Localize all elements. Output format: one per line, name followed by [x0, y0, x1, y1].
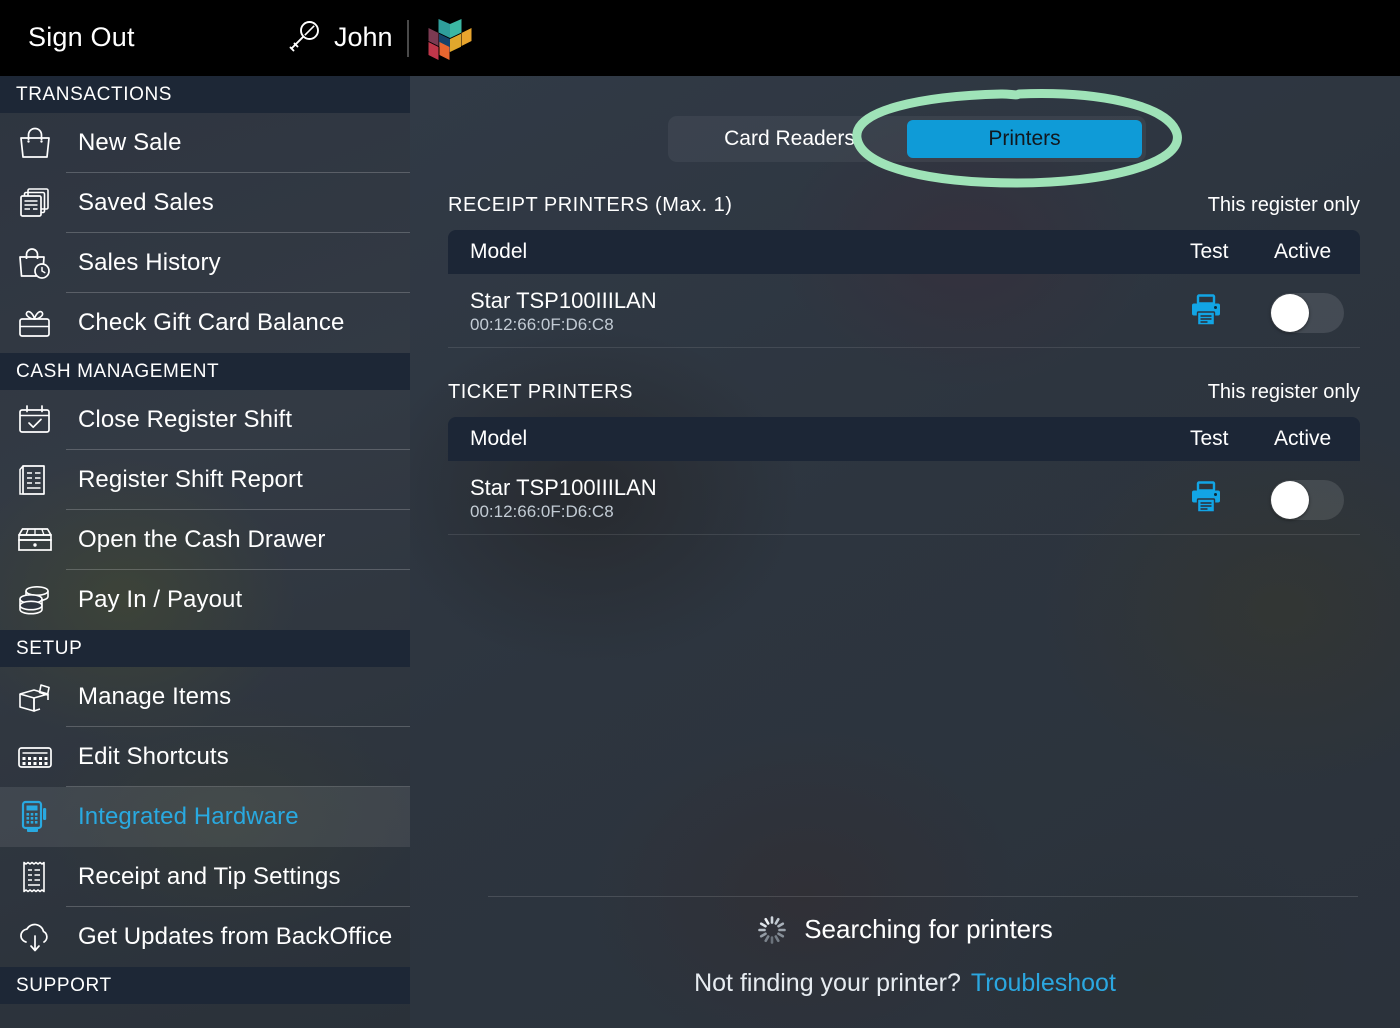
sidebar-item-integrated-hardware[interactable]: Integrated Hardware [0, 787, 410, 847]
active-toggle[interactable] [1270, 480, 1344, 520]
report-document-icon [12, 458, 58, 502]
table-header: Model Test Active [448, 230, 1360, 274]
sidebar-item-label: Edit Shortcuts [78, 743, 229, 770]
sidebar-item-check-gift-card-balance[interactable]: Check Gift Card Balance [0, 293, 410, 353]
not-finding-label: Not finding your printer? [694, 969, 961, 997]
topbar-divider [407, 20, 409, 57]
footer-divider [488, 896, 1358, 897]
sidebar-item-sales-history[interactable]: Sales History [0, 233, 410, 293]
sidebar-item-open-the-cash-drawer[interactable]: Open the Cash Drawer [0, 510, 410, 570]
user-name-label: John [334, 21, 393, 52]
section-title-row: TICKET PRINTERS This register only [448, 381, 1360, 409]
sidebar-section-cash-management: CASH MANAGEMENT [0, 353, 410, 390]
bag-clock-icon [12, 241, 58, 285]
sidebar-item-pay-in-payout[interactable]: Pay In / Payout [0, 570, 410, 630]
test-print-button[interactable] [1183, 479, 1229, 519]
searching-status: Searching for printers [410, 914, 1400, 945]
printer-model-name: Star TSP100IIILAN [470, 475, 657, 500]
current-user[interactable]: John [283, 17, 393, 57]
table-row: Star TSP100IIILAN 00:12:66:0F:D6:C8 [448, 274, 1360, 348]
card-terminal-icon [12, 795, 58, 839]
searching-label: Searching for printers [804, 914, 1053, 944]
troubleshoot-link[interactable]: Troubleshoot [971, 969, 1116, 998]
tab-printers[interactable]: Printers [907, 120, 1142, 158]
sidebar-item-register-shift-report[interactable]: Register Shift Report [0, 450, 410, 510]
sidebar-item-label: Check Gift Card Balance [78, 309, 345, 336]
sidebar-item-label: Get Updates from BackOffice [78, 923, 393, 950]
loading-spinner-icon [757, 915, 787, 945]
keypad-grid-icon [12, 735, 58, 779]
sidebar-item-label: Open the Cash Drawer [78, 526, 326, 553]
troubleshoot-row: Not finding your printer? Troubleshoot [410, 969, 1400, 998]
printer-identity: Star TSP100IIILAN 00:12:66:0F:D6:C8 [470, 288, 657, 336]
table-row: Star TSP100IIILAN 00:12:66:0F:D6:C8 [448, 461, 1360, 535]
sidebar-item-saved-sales[interactable]: Saved Sales [0, 173, 410, 233]
sidebar-item-receipt-and-tip-settings[interactable]: Receipt and Tip Settings [0, 847, 410, 907]
sidebar-item-new-sale[interactable]: New Sale [0, 113, 410, 173]
cloud-download-icon [12, 915, 58, 959]
pos-app-window: Sign Out John TRANSACTIONS New Sale Save… [0, 0, 1400, 1028]
sidebar-item-label: New Sale [78, 129, 182, 156]
column-header-test: Test [1190, 240, 1229, 263]
sidebar-item-label: Saved Sales [78, 189, 214, 216]
printer-identity: Star TSP100IIILAN 00:12:66:0F:D6:C8 [470, 475, 657, 523]
table-header: Model Test Active [448, 417, 1360, 461]
column-header-model: Model [470, 240, 528, 263]
sidebar-item-close-register-shift[interactable]: Close Register Shift [0, 390, 410, 450]
hardware-tab-group: Card Readers Printers [668, 116, 1146, 162]
sidebar-item-label: Sales History [78, 249, 221, 276]
printer-icon [1189, 480, 1223, 519]
section-title: RECEIPT PRINTERS (Max. 1) [448, 194, 733, 216]
brand-logo [428, 16, 472, 62]
ticket-printers-section: TICKET PRINTERS This register only Model… [448, 381, 1360, 535]
coin-stack-icon [12, 578, 58, 622]
tab-card-readers[interactable]: Card Readers [672, 120, 907, 158]
section-scope-note: This register only [1207, 381, 1360, 403]
sidebar-item-label: Receipt and Tip Settings [78, 863, 341, 890]
section-scope-note: This register only [1207, 194, 1360, 216]
sidebar-item-edit-shortcuts[interactable]: Edit Shortcuts [0, 727, 410, 787]
section-title: TICKET PRINTERS [448, 381, 633, 403]
toggle-knob [1271, 294, 1309, 332]
sidebar-item-label: Integrated Hardware [78, 803, 299, 830]
active-toggle[interactable] [1270, 293, 1344, 333]
toggle-knob [1271, 481, 1309, 519]
printer-mac-address: 00:12:66:0F:D6:C8 [470, 315, 614, 334]
sidebar-item-label: Register Shift Report [78, 466, 303, 493]
test-print-button[interactable] [1183, 292, 1229, 332]
row-divider [448, 347, 1360, 348]
sidebar-section-support: SUPPORT [0, 967, 410, 1004]
calendar-check-icon [12, 398, 58, 442]
sidebar-section-transactions: TRANSACTIONS [0, 76, 410, 113]
open-box-icon [12, 675, 58, 719]
sidebar-item-label: Pay In / Payout [78, 586, 243, 613]
cash-drawer-icon [12, 518, 58, 562]
sidebar-item-get-updates-from-backoffice[interactable]: Get Updates from BackOffice [0, 907, 410, 967]
printer-mac-address: 00:12:66:0F:D6:C8 [470, 502, 614, 521]
main-content-panel: Card Readers Printers RECEIPT PRINTERS (… [410, 76, 1400, 1028]
gift-card-icon [12, 301, 58, 345]
receipt-printers-section: RECEIPT PRINTERS (Max. 1) This register … [448, 194, 1360, 348]
sidebar-item-label: Manage Items [78, 683, 232, 710]
navigation-sidebar: TRANSACTIONS New Sale Saved Sales Sales … [0, 76, 410, 1028]
sidebar-item-manage-items[interactable]: Manage Items [0, 667, 410, 727]
section-title-row: RECEIPT PRINTERS (Max. 1) This register … [448, 194, 1360, 222]
column-header-model: Model [470, 427, 528, 450]
sidebar-item-label: Close Register Shift [78, 406, 293, 433]
row-divider [448, 534, 1360, 535]
stacked-documents-icon [12, 181, 58, 225]
column-header-active: Active [1274, 240, 1332, 263]
key-icon [283, 17, 323, 57]
receipt-icon [12, 855, 58, 899]
column-header-test: Test [1190, 427, 1229, 450]
shopping-bag-icon [12, 121, 58, 165]
column-header-active: Active [1274, 427, 1332, 450]
sign-out-button[interactable]: Sign Out [28, 22, 135, 53]
printer-icon [1189, 293, 1223, 332]
sidebar-section-setup: SETUP [0, 630, 410, 667]
printer-model-name: Star TSP100IIILAN [470, 288, 657, 313]
top-bar: Sign Out John [0, 0, 1400, 76]
